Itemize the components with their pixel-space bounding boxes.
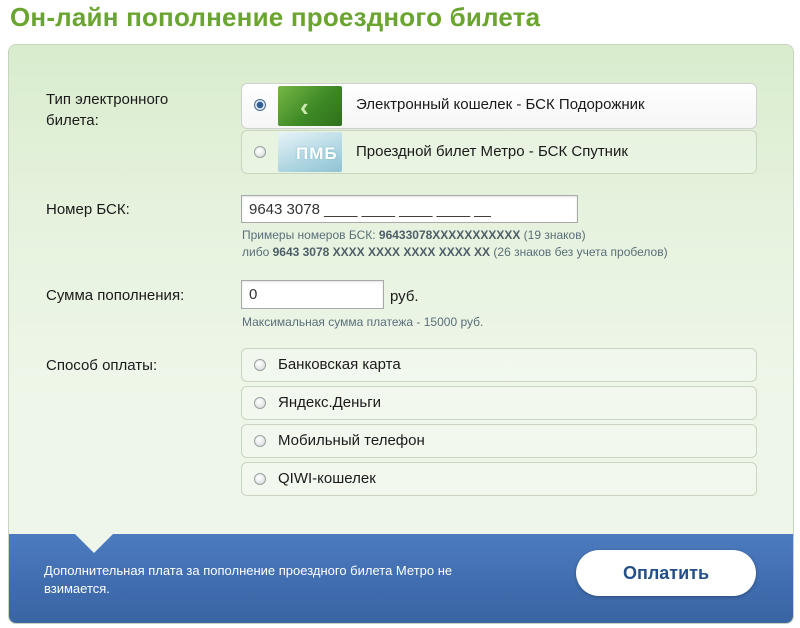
radio-yandex-money[interactable] (254, 397, 266, 409)
card-number-hint-2: либо 9643 3078 XXXX XXXX XXXX XXXX XX (2… (242, 245, 668, 259)
payment-option-qiwi[interactable]: QIWI-кошелек (241, 462, 757, 496)
amount-input[interactable] (241, 280, 384, 309)
footer-notch (74, 533, 114, 553)
ticket-option-label: Проездной билет Метро - БСК Спутник (356, 143, 628, 160)
payment-option-label: QIWI-кошелек (278, 470, 376, 487)
amount-unit: руб. (390, 288, 419, 305)
form-footer: Дополнительная плата за пополнение проез… (9, 533, 793, 623)
sputnik-card-icon: ПМБ (278, 132, 342, 172)
pay-button[interactable]: Оплатить (576, 550, 756, 596)
radio-sputnik[interactable] (254, 146, 266, 158)
footer-note: Дополнительная плата за пополнение проез… (44, 563, 453, 596)
radio-bank-card[interactable] (254, 359, 266, 371)
radio-mobile-phone[interactable] (254, 435, 266, 447)
amount-label: Сумма пополнения: (46, 287, 185, 304)
payment-option-bank-card[interactable]: Банковская карта (241, 348, 757, 382)
ticket-option-sputnik[interactable]: ПМБ Проездной билет Метро - БСК Спутник (241, 130, 757, 174)
amount-hint: Максимальная сумма платежа - 15000 руб. (242, 315, 484, 329)
payment-option-mobile-phone[interactable]: Мобильный телефон (241, 424, 757, 458)
page-title: Он-лайн пополнение проездного билета (10, 2, 541, 32)
payment-option-label: Яндекс.Деньги (278, 394, 382, 411)
radio-podorozhnik[interactable] (254, 99, 266, 111)
podorozhnik-card-icon: ‹ (278, 86, 342, 126)
radio-qiwi[interactable] (254, 473, 266, 485)
payment-option-yandex-money[interactable]: Яндекс.Деньги (241, 386, 757, 420)
ticket-option-podorozhnik[interactable]: ‹ Электронный кошелек - БСК Подорожник (241, 83, 757, 129)
card-number-input[interactable] (241, 195, 578, 223)
card-number-label: Номер БСК: (46, 201, 130, 218)
ticket-type-label: Тип электронного билета: (46, 91, 169, 129)
payment-method-label: Способ оплаты: (46, 357, 158, 374)
card-number-hint-1: Примеры номеров БСК: 96433078XXXXXXXXXXX… (242, 228, 586, 242)
topup-form-panel: Тип электронного билета: ‹ Электронный к… (8, 44, 794, 624)
payment-option-label: Мобильный телефон (278, 432, 425, 449)
ticket-option-label: Электронный кошелек - БСК Подорожник (356, 96, 645, 113)
payment-option-label: Банковская карта (278, 356, 401, 373)
